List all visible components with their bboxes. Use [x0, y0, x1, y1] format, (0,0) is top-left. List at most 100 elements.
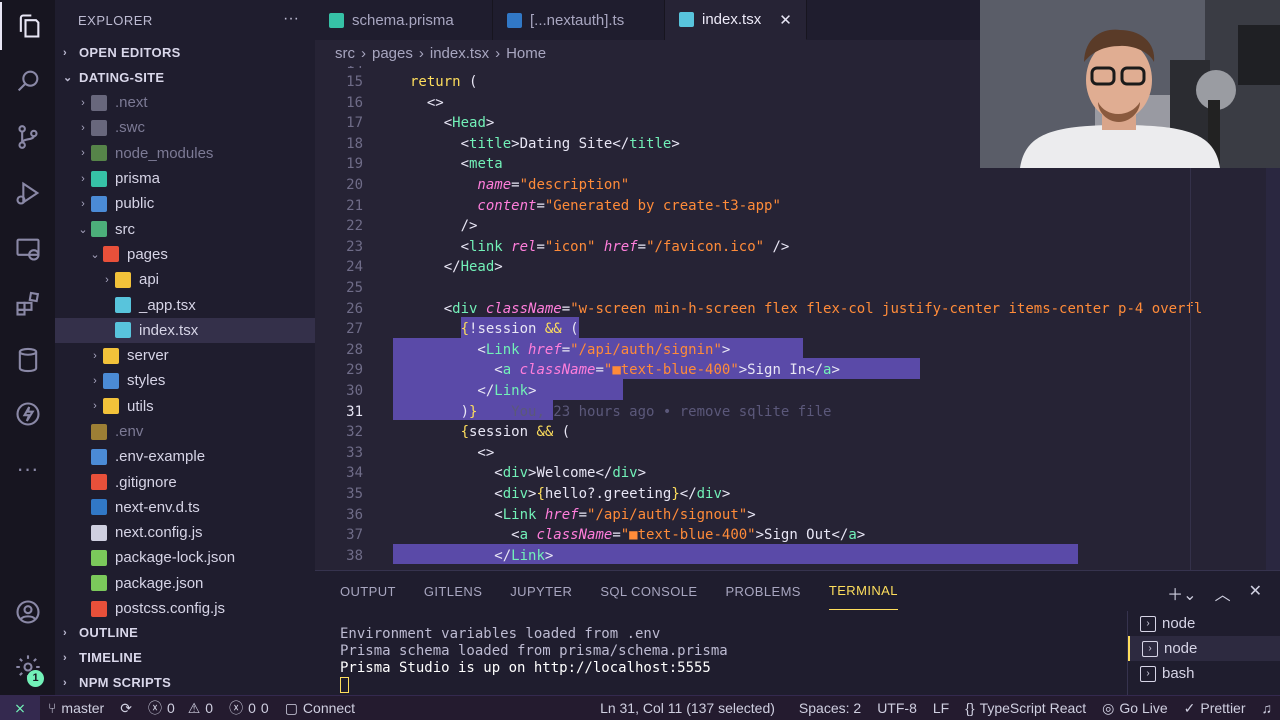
settings-icon[interactable]: 1 — [0, 643, 55, 691]
extensions-icon[interactable] — [0, 280, 55, 328]
explorer-icon[interactable] — [0, 2, 55, 50]
tree-item-label: .env-example — [115, 448, 206, 466]
run-debug-icon[interactable] — [0, 169, 55, 217]
terminal-prompt — [340, 677, 728, 694]
folder-server-icon — [103, 347, 119, 364]
search-icon[interactable] — [0, 57, 55, 105]
remote-explorer-icon[interactable] — [0, 225, 55, 273]
code-token: div — [452, 300, 478, 317]
go-live-button[interactable]: ◎ Go Live — [1094, 700, 1175, 717]
code-token: className — [477, 300, 562, 317]
end-of-line[interactable]: LF — [925, 700, 957, 716]
project-section[interactable]: ⌄ DATING-SITE — [55, 65, 315, 90]
outline-section[interactable]: › OUTLINE — [55, 620, 315, 645]
tree-item-styles[interactable]: › styles — [55, 368, 315, 393]
panel-tab-sql-console[interactable]: SQL CONSOLE — [600, 584, 697, 599]
connect-button[interactable]: ▢ Connect — [277, 700, 363, 717]
tree-item-next[interactable]: › .next — [55, 90, 315, 115]
panel-tab-terminal[interactable]: TERMINAL — [828, 572, 898, 610]
problems-indicator[interactable]: ⓧ 0 ⚠ 0 — [140, 698, 221, 718]
code-token: > — [637, 465, 647, 482]
code-token: className — [528, 527, 613, 544]
terminal-instance-node[interactable]: › node — [1128, 636, 1280, 661]
status-bar: ⨯ ⑂ master ⟳ ⓧ 0 ⚠ 0 ⓧ 0 0 ▢ Connect Ln 31, Col… — [0, 695, 1280, 720]
breadcrumb-separator: › — [361, 44, 366, 62]
explorer-more-icon[interactable]: ··· — [283, 10, 299, 28]
tree-item-package-json[interactable]: package.json — [55, 571, 315, 596]
terminal-instance-label: node — [1162, 615, 1196, 632]
tree-item-next-env-d-ts[interactable]: next-env.d.ts — [55, 495, 315, 520]
terminal-instance-bash[interactable]: › bash — [1128, 661, 1280, 686]
terminal-instance-node[interactable]: › node — [1128, 611, 1280, 636]
tree-item-node-modules[interactable]: › node_modules — [55, 141, 315, 166]
breadcrumb-item-3[interactable]: Home — [506, 45, 546, 62]
tab-nextauth-ts[interactable]: [...nextauth].ts — [493, 0, 665, 40]
code-token: = — [536, 197, 545, 214]
encoding[interactable]: UTF-8 — [869, 700, 925, 716]
tree-item-label: prisma — [115, 170, 161, 188]
new-terminal-icon[interactable]: ＋⌄ — [1167, 581, 1196, 605]
code-token: >Sign In</ — [738, 362, 824, 379]
account-icon[interactable] — [0, 588, 55, 636]
cursor-position[interactable]: Ln 31, Col 11 (137 selected) — [592, 700, 783, 716]
tree-item-prisma[interactable]: › prisma — [55, 166, 315, 191]
tree-item-env[interactable]: .env — [55, 419, 315, 444]
tree-item-swc[interactable]: › .swc — [55, 115, 315, 140]
terminal-output[interactable]: Environment variables loaded from .env Pr… — [340, 626, 728, 694]
react-icon — [115, 297, 131, 314]
branch-indicator[interactable]: ⑂ master — [40, 700, 112, 716]
tree-item-next-config-js[interactable]: next.config.js — [55, 520, 315, 545]
code-token: return — [410, 74, 461, 90]
tree-item-package-lock-json[interactable]: package-lock.json — [55, 545, 315, 570]
ts-icon — [91, 499, 107, 516]
tree-item-gitignore[interactable]: .gitignore — [55, 469, 315, 494]
ports-indicator[interactable]: ⓧ 0 0 — [221, 698, 277, 718]
code-token: >Sign Out</ — [755, 527, 849, 544]
code-token: title — [629, 135, 672, 152]
file-icon — [91, 448, 107, 465]
remote-indicator[interactable]: ⨯ — [0, 695, 40, 720]
tree-item-src[interactable]: ⌄ src — [55, 216, 315, 241]
folder-styles-icon — [103, 372, 119, 389]
breadcrumb-item-2[interactable]: index.tsx — [430, 45, 489, 62]
tree-item-server[interactable]: › server — [55, 343, 315, 368]
panel-tab-problems[interactable]: PROBLEMS — [725, 584, 800, 599]
timeline-section[interactable]: › TIMELINE — [55, 645, 315, 670]
indentation[interactable]: Spaces: 2 — [791, 700, 869, 716]
more-icon[interactable]: ··· — [0, 445, 55, 493]
tree-item-postcss-config-js[interactable]: postcss.config.js — [55, 596, 315, 621]
tree-item-label: .next — [115, 94, 148, 112]
open-editors-section[interactable]: › OPEN EDITORS — [55, 40, 315, 65]
language-mode[interactable]: {} TypeScript React — [957, 700, 1094, 716]
tree-item-public[interactable]: › public — [55, 191, 315, 216]
breadcrumb-item-0[interactable]: src — [335, 45, 355, 62]
source-control-icon[interactable] — [0, 113, 55, 161]
database-icon[interactable] — [0, 336, 55, 384]
tree-item-pages[interactable]: ⌄ pages — [55, 242, 315, 267]
panel-tab-jupyter[interactable]: JUPYTER — [510, 584, 572, 599]
code-token: = — [637, 238, 647, 255]
panel-tab-output[interactable]: OUTPUT — [340, 584, 396, 599]
close-icon[interactable]: ✕ — [779, 11, 792, 29]
tab-index-tsx[interactable]: index.tsx ✕ — [665, 0, 807, 40]
panel-tab-gitlens[interactable]: GITLENS — [424, 584, 482, 599]
code-token: < — [410, 527, 520, 544]
tree-item-app-tsx[interactable]: _app.tsx — [55, 292, 315, 317]
close-panel-icon[interactable]: ✕ — [1249, 581, 1262, 605]
prettier-indicator[interactable]: ✓ Prettier — [1176, 700, 1254, 717]
tree-item-index-tsx[interactable]: index.tsx — [55, 317, 315, 343]
npm-scripts-section[interactable]: › NPM SCRIPTS — [55, 670, 315, 695]
connect-icon: ▢ — [284, 699, 298, 716]
notifications-icon[interactable]: ♫ — [1254, 700, 1280, 716]
lightning-icon[interactable] — [0, 390, 55, 438]
breadcrumb-item-1[interactable]: pages — [372, 45, 413, 62]
maximize-panel-icon[interactable]: ︿ — [1215, 581, 1231, 605]
tab-schema-prisma[interactable]: schema.prisma — [315, 0, 493, 40]
tree-item-env-example[interactable]: .env-example — [55, 444, 315, 469]
tree-item-utils[interactable]: › utils — [55, 394, 315, 419]
code-token: < — [410, 465, 503, 482]
tree-item-api[interactable]: › api — [55, 267, 315, 292]
branch-icon: ⑂ — [48, 700, 57, 716]
sync-icon[interactable]: ⟳ — [112, 700, 140, 717]
code-line: name="description" — [410, 177, 629, 193]
